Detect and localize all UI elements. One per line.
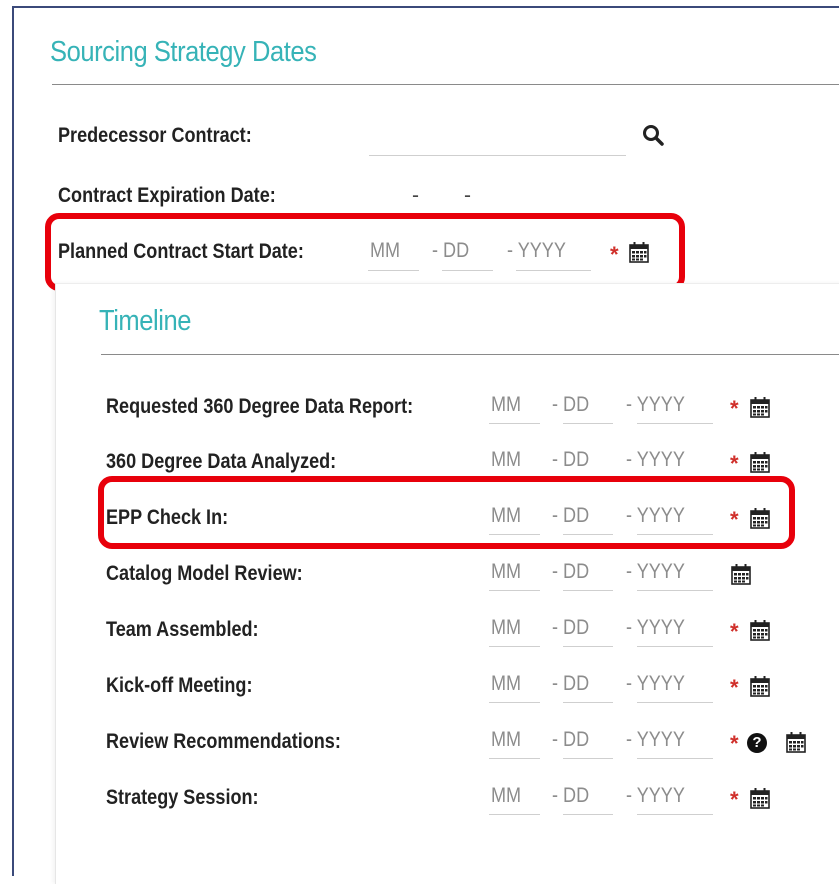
timeline-row-label: Review Recommendations: <box>106 730 341 753</box>
calendar-icon[interactable] <box>786 731 806 753</box>
required-marker: * <box>730 396 739 421</box>
calendar-icon[interactable] <box>750 787 770 809</box>
day-input[interactable]: - DD <box>552 393 589 417</box>
timeline-title: Timeline <box>99 305 191 337</box>
contract-expiration-label: Contract Expiration Date: <box>58 184 276 207</box>
timeline-row-label: 360 Degree Data Analyzed: <box>106 450 337 473</box>
expiration-date-separator: - <box>412 184 419 207</box>
predecessor-contract-label: Predecessor Contract: <box>58 124 252 147</box>
year-underline <box>637 814 713 815</box>
day-underline <box>563 758 613 759</box>
day-input[interactable]: - DD <box>552 672 589 696</box>
month-input[interactable]: MM <box>491 728 521 752</box>
required-marker: * <box>730 619 739 644</box>
month-input[interactable]: MM <box>491 784 521 808</box>
timeline-row-label: Team Assembled: <box>106 618 259 641</box>
calendar-icon[interactable] <box>750 675 770 697</box>
month-underline <box>489 646 540 647</box>
month-underline <box>489 814 540 815</box>
calendar-icon[interactable] <box>750 451 770 473</box>
year-input[interactable]: - YYYY <box>626 393 685 417</box>
day-underline <box>563 702 613 703</box>
highlight-epp-check-in <box>98 476 795 549</box>
year-underline <box>637 590 713 591</box>
month-underline <box>489 590 540 591</box>
month-input[interactable]: MM <box>491 616 521 640</box>
year-underline <box>637 646 713 647</box>
day-underline <box>563 590 613 591</box>
month-underline <box>489 758 540 759</box>
required-marker: * <box>730 451 739 476</box>
month-input[interactable]: MM <box>491 393 521 417</box>
predecessor-input-underline <box>369 155 626 156</box>
month-input[interactable]: MM <box>491 560 521 584</box>
month-input[interactable]: MM <box>491 448 521 472</box>
day-input[interactable]: - DD <box>552 616 589 640</box>
day-input[interactable]: - DD <box>552 560 589 584</box>
calendar-icon[interactable] <box>731 563 751 585</box>
required-marker: * <box>730 731 739 756</box>
search-icon[interactable] <box>641 123 665 147</box>
timeline-row-label: Requested 360 Degree Data Report: <box>106 395 414 418</box>
day-input[interactable]: - DD <box>552 728 589 752</box>
timeline-row-label: Strategy Session: <box>106 786 259 809</box>
highlight-planned-start <box>45 213 685 291</box>
day-underline <box>563 814 613 815</box>
year-input[interactable]: - YYYY <box>626 560 685 584</box>
year-input[interactable]: - YYYY <box>626 448 685 472</box>
year-input[interactable]: - YYYY <box>626 672 685 696</box>
year-input[interactable]: - YYYY <box>626 728 685 752</box>
sourcing-title-rule <box>52 84 839 85</box>
year-underline <box>637 423 713 424</box>
day-input[interactable]: - DD <box>552 448 589 472</box>
year-underline <box>637 702 713 703</box>
timeline-row-label: Catalog Model Review: <box>106 562 303 585</box>
day-input[interactable]: - DD <box>552 784 589 808</box>
predecessor-contract-input[interactable] <box>368 116 626 156</box>
required-marker: * <box>730 675 739 700</box>
month-underline <box>489 423 540 424</box>
year-input[interactable]: - YYYY <box>626 616 685 640</box>
year-input[interactable]: - YYYY <box>626 784 685 808</box>
day-underline <box>563 646 613 647</box>
required-marker: * <box>730 787 739 812</box>
sourcing-section-title: Sourcing Strategy Dates <box>50 36 317 68</box>
calendar-icon[interactable] <box>750 619 770 641</box>
day-underline <box>563 423 613 424</box>
timeline-row-label: Kick-off Meeting: <box>106 674 253 697</box>
help-icon[interactable]: ? <box>747 733 767 753</box>
expiration-date-separator: - <box>464 184 471 207</box>
calendar-icon[interactable] <box>750 396 770 418</box>
month-input[interactable]: MM <box>491 672 521 696</box>
timeline-title-rule <box>101 354 839 355</box>
month-underline <box>489 702 540 703</box>
year-underline <box>637 758 713 759</box>
